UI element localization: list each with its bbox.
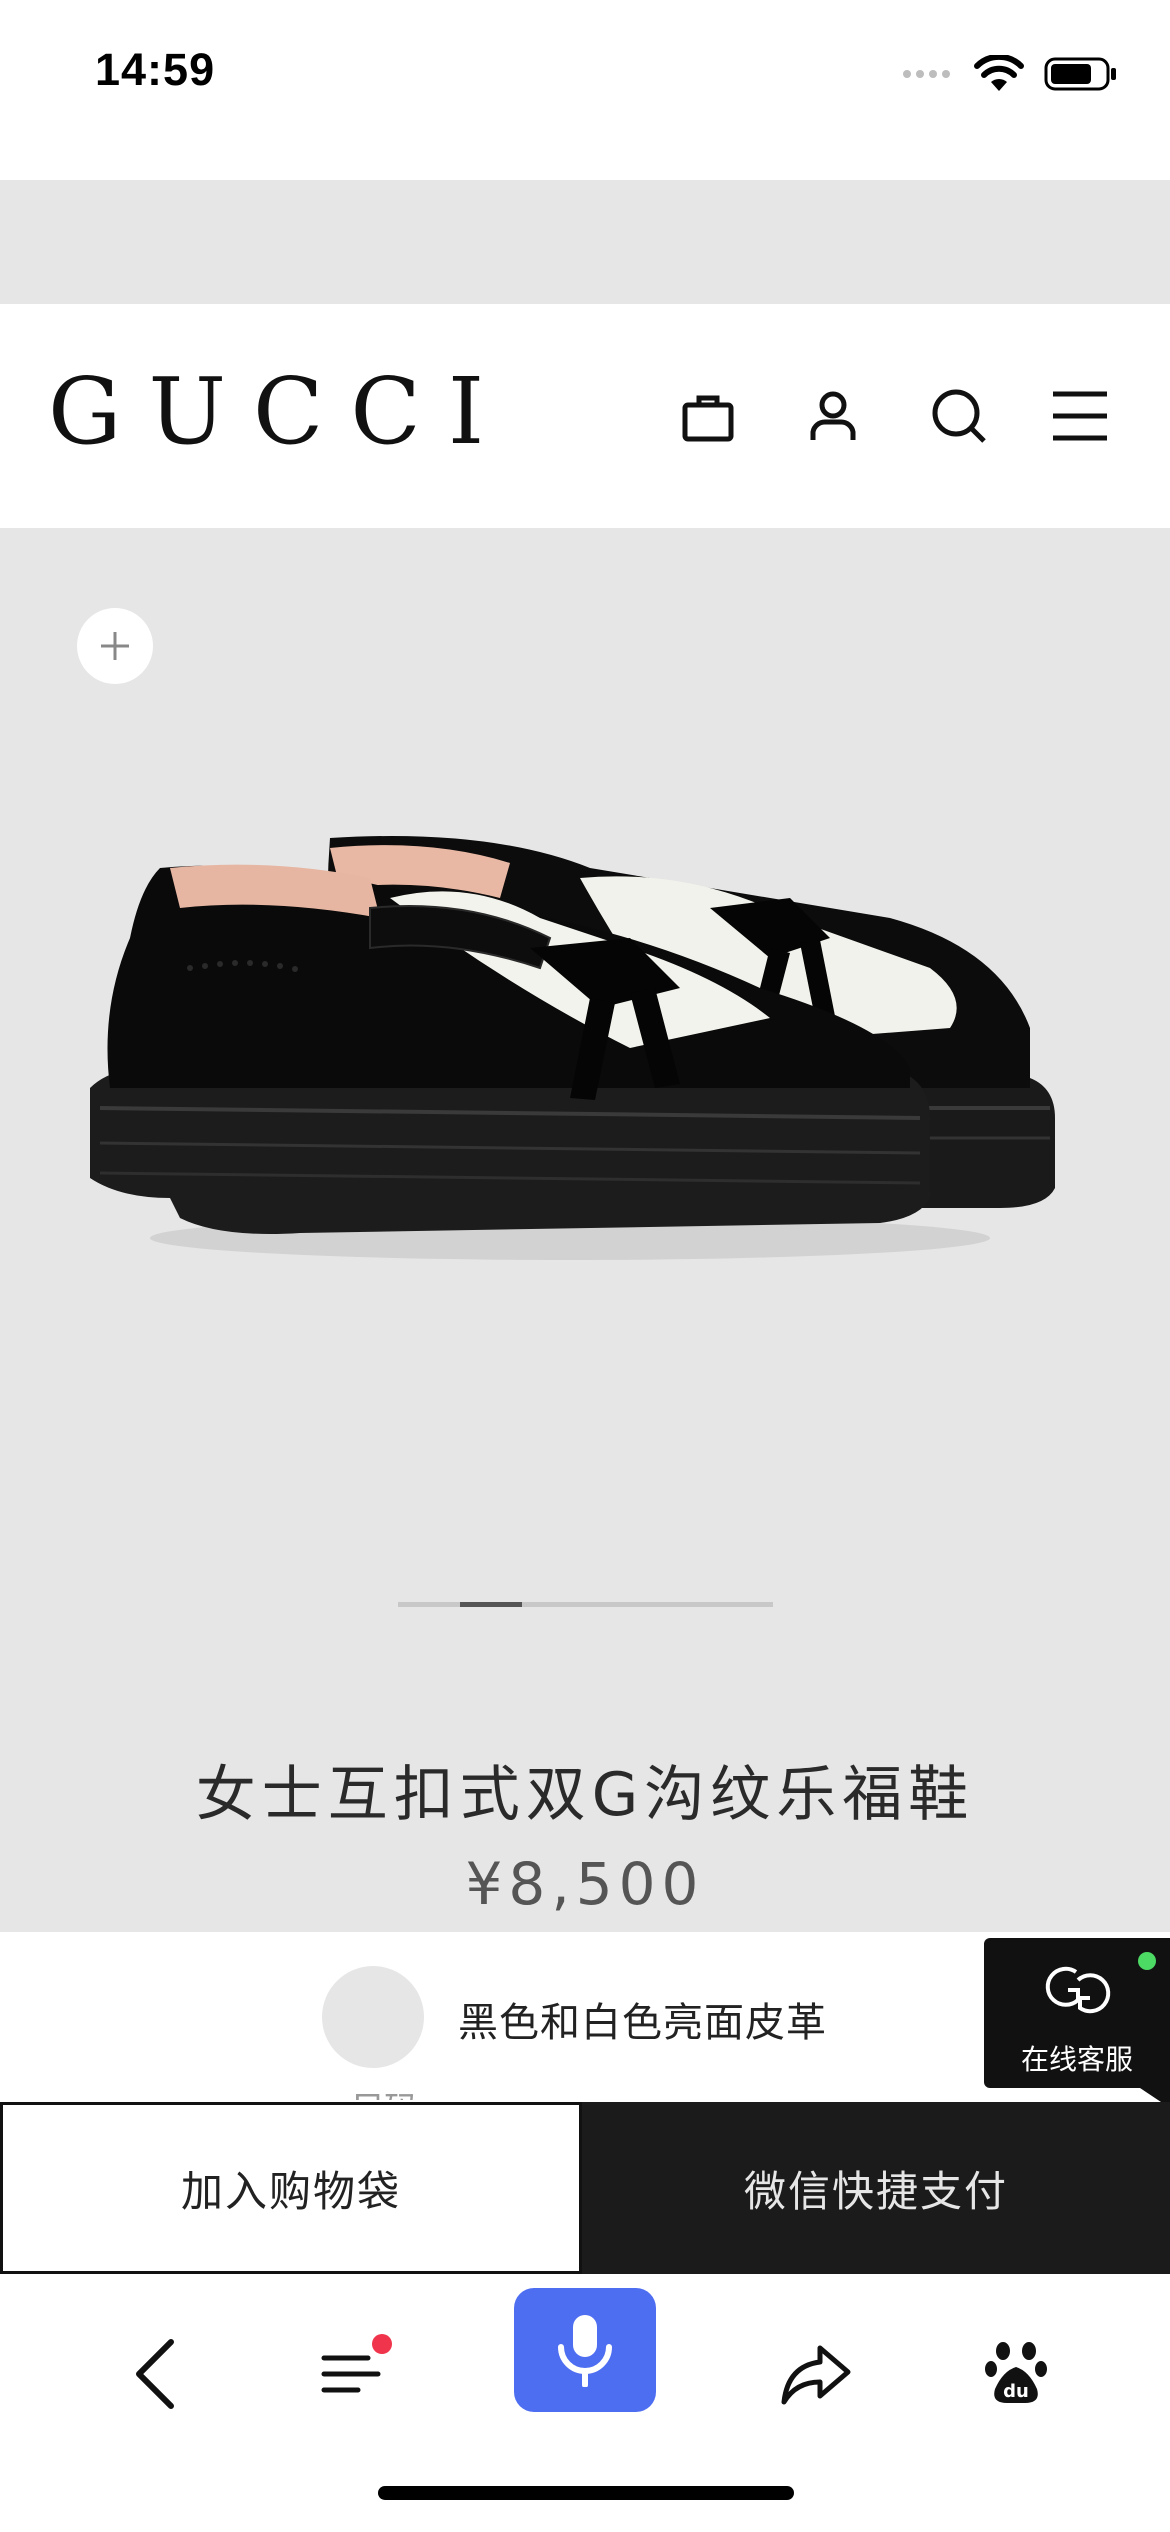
baidu-paw-icon[interactable]: du	[976, 2324, 1056, 2424]
status-bar: 14:59	[0, 0, 1170, 150]
user-icon[interactable]	[801, 384, 865, 448]
signal-icon	[903, 70, 950, 78]
menu-icon[interactable]	[1048, 384, 1112, 448]
color-swatch[interactable]	[322, 1966, 424, 2068]
add-to-bag-button[interactable]: 加入购物袋	[0, 2102, 582, 2274]
status-icons	[902, 52, 1118, 96]
plus-icon	[101, 632, 129, 660]
purchase-actions: 加入购物袋 微信快捷支付	[0, 2102, 1170, 2274]
carousel-progress[interactable]	[398, 1602, 773, 1607]
carousel-progress-thumb	[460, 1602, 522, 1607]
size-label-partial: 尺码	[350, 2082, 418, 2100]
menu-list-icon[interactable]	[312, 2324, 392, 2424]
voice-search-button[interactable]	[514, 2288, 656, 2412]
share-icon[interactable]	[776, 2324, 856, 2424]
status-time: 14:59	[95, 44, 216, 95]
wifi-icon	[974, 55, 1024, 91]
shopping-bag-icon[interactable]	[676, 384, 740, 448]
product-image-loafers	[90, 836, 1055, 1260]
battery-icon	[1044, 57, 1116, 91]
home-indicator[interactable]	[378, 2486, 794, 2500]
back-icon[interactable]	[120, 2324, 190, 2424]
search-icon[interactable]	[927, 384, 991, 448]
microphone-icon	[558, 2315, 612, 2387]
zoom-button[interactable]	[77, 608, 153, 684]
notification-badge	[372, 2334, 392, 2354]
site-header: GUCCI	[0, 304, 1170, 528]
product-title: 女士互扣式双G沟纹乐福鞋	[195, 1760, 975, 1830]
product-gallery[interactable]: 女士互扣式双G沟纹乐福鞋 ¥8,500	[0, 528, 1170, 1932]
svg-text:du: du	[1003, 2381, 1029, 2402]
wechat-pay-button[interactable]: 微信快捷支付	[582, 2102, 1170, 2274]
online-service-label: 在线客服	[1020, 2043, 1133, 2076]
product-price: ¥8,500	[465, 1850, 705, 1918]
color-label: 黑色和白色亮面皮革	[458, 2000, 827, 2046]
online-service-widget[interactable]: 在线客服	[984, 1938, 1170, 2088]
gucci-logo[interactable]: GUCCI	[48, 366, 511, 458]
banner-placeholder	[0, 180, 1170, 304]
online-status-dot	[1138, 1952, 1156, 1970]
gg-logo-icon	[1045, 1966, 1111, 2014]
